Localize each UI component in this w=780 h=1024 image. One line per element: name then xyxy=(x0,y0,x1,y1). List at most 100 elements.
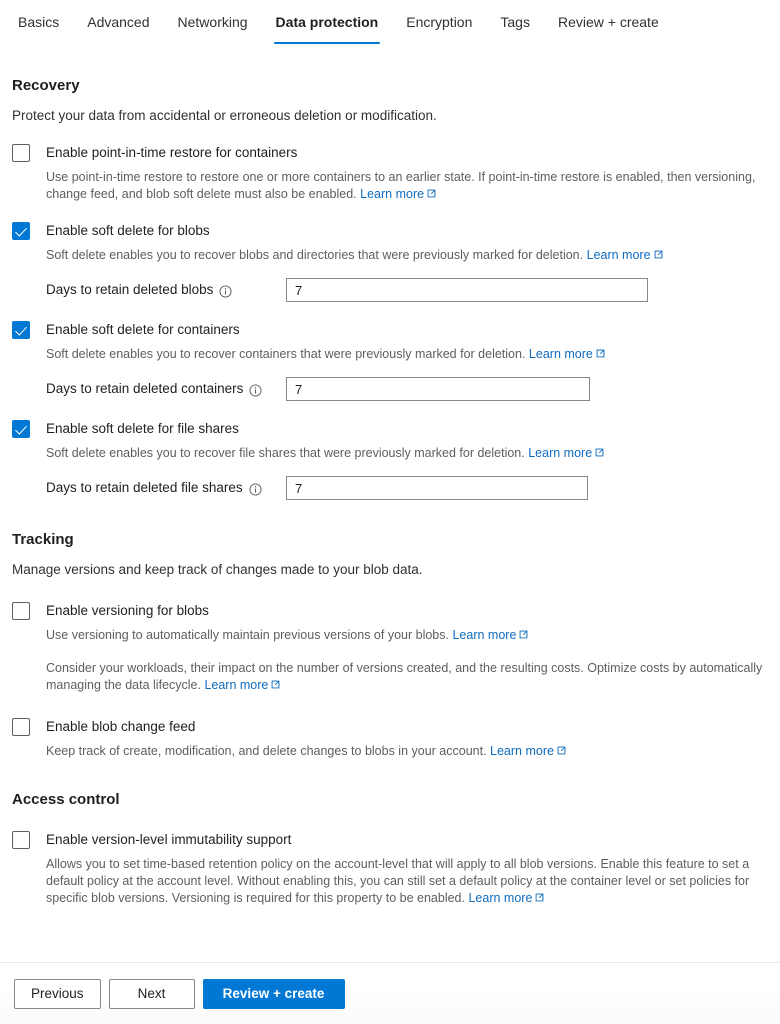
version-level-immutability-label[interactable]: Enable version-level immutability suppor… xyxy=(46,830,291,849)
external-link-icon xyxy=(519,630,528,639)
retain-file-shares-row: Days to retain deleted file shares xyxy=(46,476,766,500)
form-content: Recovery Protect your data from accident… xyxy=(0,48,780,907)
versioning-blobs-row[interactable]: Enable versioning for blobs xyxy=(12,601,766,620)
tab-label: Tags xyxy=(500,14,530,30)
description-text: Allows you to set time-based retention p… xyxy=(46,857,750,905)
external-link-icon xyxy=(595,448,604,457)
soft-delete-blobs-label[interactable]: Enable soft delete for blobs xyxy=(46,221,210,240)
point-in-time-restore-row[interactable]: Enable point-in-time restore for contain… xyxy=(12,143,766,162)
tab-networking[interactable]: Networking xyxy=(164,0,262,46)
soft-delete-file-shares-checkbox[interactable] xyxy=(12,420,30,438)
point-in-time-restore-description: Use point-in-time restore to restore one… xyxy=(46,169,766,203)
soft-delete-containers-label[interactable]: Enable soft delete for containers xyxy=(46,320,240,339)
versioning-blobs-checkbox[interactable] xyxy=(12,602,30,620)
soft-delete-file-shares-row[interactable]: Enable soft delete for file shares xyxy=(12,419,766,438)
tab-label: Review + create xyxy=(557,14,659,30)
learn-more-label: Learn more xyxy=(528,446,593,460)
external-link-icon xyxy=(271,680,280,689)
info-icon[interactable] xyxy=(249,482,262,496)
blob-change-feed-description: Keep track of create, modification, and … xyxy=(46,743,766,760)
retain-file-shares-label-group: Days to retain deleted file shares xyxy=(46,479,286,497)
learn-more-link[interactable]: Learn more xyxy=(528,446,604,460)
tracking-section-subtitle: Manage versions and keep track of change… xyxy=(12,562,423,577)
point-in-time-restore-checkbox[interactable] xyxy=(12,144,30,162)
retain-file-shares-input[interactable] xyxy=(286,476,588,500)
learn-more-label: Learn more xyxy=(490,744,554,758)
retain-containers-label: Days to retain deleted containers xyxy=(46,381,244,396)
learn-more-link[interactable]: Learn more xyxy=(490,744,566,758)
tab-data-protection[interactable]: Data protection xyxy=(262,0,393,46)
soft-delete-containers-description: Soft delete enables you to recover conta… xyxy=(46,346,766,363)
info-icon[interactable] xyxy=(219,284,232,298)
external-link-icon xyxy=(596,349,605,358)
learn-more-link[interactable]: Learn more xyxy=(204,678,280,692)
data-protection-page: Basics Advanced Networking Data protecti… xyxy=(0,0,780,1024)
description-text: Soft delete enables you to recover blobs… xyxy=(46,248,584,262)
tab-tags[interactable]: Tags xyxy=(486,0,544,46)
tab-basics[interactable]: Basics xyxy=(4,0,73,46)
learn-more-link[interactable]: Learn more xyxy=(587,248,663,262)
info-icon[interactable] xyxy=(249,383,262,397)
versioning-blobs-label[interactable]: Enable versioning for blobs xyxy=(46,601,209,620)
tab-advanced[interactable]: Advanced xyxy=(73,0,163,46)
soft-delete-blobs-row[interactable]: Enable soft delete for blobs xyxy=(12,221,766,240)
retain-containers-input[interactable] xyxy=(286,377,590,401)
description-text: Consider your workloads, their impact on… xyxy=(46,661,763,692)
external-link-icon xyxy=(654,250,663,259)
soft-delete-blobs-description: Soft delete enables you to recover blobs… xyxy=(46,247,766,264)
versioning-blobs-cost-note: Consider your workloads, their impact on… xyxy=(46,660,766,694)
retain-blobs-label: Days to retain deleted blobs xyxy=(46,282,214,297)
tab-label: Basics xyxy=(18,14,60,30)
field-versioning-blobs: Enable versioning for blobs Use versioni… xyxy=(12,601,766,694)
access-control-section-heading: Access control xyxy=(12,791,120,808)
tab-encryption[interactable]: Encryption xyxy=(392,0,486,46)
version-level-immutability-row[interactable]: Enable version-level immutability suppor… xyxy=(12,830,766,849)
tracking-section-heading: Tracking xyxy=(12,531,74,548)
previous-button[interactable]: Previous xyxy=(14,978,101,1009)
field-soft-delete-blobs: Enable soft delete for blobs Soft delete… xyxy=(12,221,766,302)
wizard-footer: Previous Next Review + create xyxy=(0,962,780,1024)
field-blob-change-feed: Enable blob change feed Keep track of cr… xyxy=(12,717,766,760)
learn-more-link[interactable]: Learn more xyxy=(452,628,528,642)
recovery-section-heading: Recovery xyxy=(12,77,80,94)
tab-label: Networking xyxy=(177,14,248,30)
recovery-section-subtitle: Protect your data from accidental or err… xyxy=(12,108,437,123)
review-create-button[interactable]: Review + create xyxy=(202,978,345,1009)
learn-more-label: Learn more xyxy=(528,347,593,361)
learn-more-link[interactable]: Learn more xyxy=(360,187,436,201)
retain-containers-label-group: Days to retain deleted containers xyxy=(46,380,286,398)
learn-more-label: Learn more xyxy=(360,187,425,201)
description-text: Soft delete enables you to recover file … xyxy=(46,446,525,460)
soft-delete-blobs-checkbox[interactable] xyxy=(12,222,30,240)
external-link-icon xyxy=(535,893,544,902)
next-button[interactable]: Next xyxy=(108,978,195,1009)
retain-file-shares-label: Days to retain deleted file shares xyxy=(46,480,243,495)
field-soft-delete-file-shares: Enable soft delete for file shares Soft … xyxy=(12,419,766,500)
field-point-in-time-restore: Enable point-in-time restore for contain… xyxy=(12,143,766,203)
field-version-level-immutability: Enable version-level immutability suppor… xyxy=(12,830,766,907)
soft-delete-file-shares-label[interactable]: Enable soft delete for file shares xyxy=(46,419,239,438)
tab-label: Advanced xyxy=(87,14,150,30)
description-text: Soft delete enables you to recover conta… xyxy=(46,347,526,361)
blob-change-feed-checkbox[interactable] xyxy=(12,718,30,736)
soft-delete-containers-checkbox[interactable] xyxy=(12,321,30,339)
learn-more-link[interactable]: Learn more xyxy=(529,347,605,361)
version-level-immutability-checkbox[interactable] xyxy=(12,831,30,849)
blob-change-feed-row[interactable]: Enable blob change feed xyxy=(12,717,766,736)
description-text: Use versioning to automatically maintain… xyxy=(46,628,449,642)
learn-more-link[interactable]: Learn more xyxy=(468,891,544,905)
external-link-icon xyxy=(427,189,436,198)
retain-blobs-input[interactable] xyxy=(286,278,648,302)
retain-blobs-label-group: Days to retain deleted blobs xyxy=(46,281,286,299)
wizard-tab-bar: Basics Advanced Networking Data protecti… xyxy=(0,0,780,48)
blob-change-feed-label[interactable]: Enable blob change feed xyxy=(46,717,195,736)
tab-review-create[interactable]: Review + create xyxy=(544,0,673,46)
tab-label: Data protection xyxy=(275,14,379,30)
learn-more-label: Learn more xyxy=(468,891,533,905)
point-in-time-restore-label[interactable]: Enable point-in-time restore for contain… xyxy=(46,143,297,162)
version-level-immutability-description: Allows you to set time-based retention p… xyxy=(46,856,766,907)
external-link-icon xyxy=(557,746,566,755)
soft-delete-containers-row[interactable]: Enable soft delete for containers xyxy=(12,320,766,339)
learn-more-label: Learn more xyxy=(204,678,269,692)
versioning-blobs-description: Use versioning to automatically maintain… xyxy=(46,627,766,644)
